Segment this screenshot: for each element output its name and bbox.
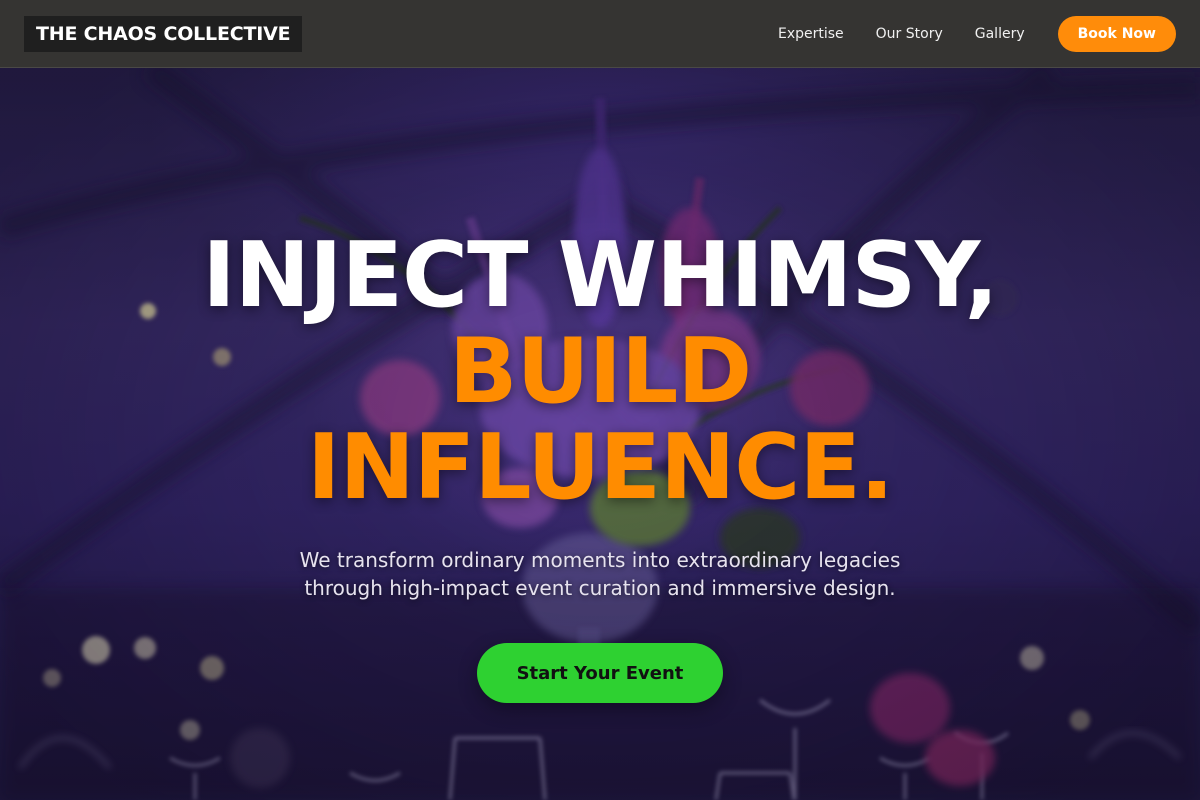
headline-line-2: BUILD bbox=[448, 319, 752, 424]
brand-logo[interactable]: THE CHAOS COLLECTIVE bbox=[24, 16, 303, 52]
start-your-event-button[interactable]: Start Your Event bbox=[477, 643, 723, 703]
subtext-line-1: We transform ordinary moments into extra… bbox=[299, 548, 901, 572]
nav-link-gallery[interactable]: Gallery bbox=[975, 26, 1025, 42]
hero-headline: INJECT WHIMSY, BUILD INFLUENCE. bbox=[0, 228, 1200, 516]
subtext-line-2: through high-impact event curation and i… bbox=[304, 576, 896, 600]
headline-line-3: INFLUENCE. bbox=[306, 415, 894, 520]
nav-links: Expertise Our Story Gallery Book Now bbox=[778, 16, 1176, 52]
top-navbar: THE CHAOS COLLECTIVE Expertise Our Story… bbox=[0, 0, 1200, 68]
headline-line-1: INJECT WHIMSY, bbox=[202, 223, 998, 328]
page: THE CHAOS COLLECTIVE Expertise Our Story… bbox=[0, 0, 1200, 800]
nav-link-our-story[interactable]: Our Story bbox=[876, 26, 943, 42]
book-now-button[interactable]: Book Now bbox=[1057, 16, 1176, 52]
hero-subtext: We transform ordinary moments into extra… bbox=[270, 546, 930, 602]
nav-link-expertise[interactable]: Expertise bbox=[778, 26, 844, 42]
